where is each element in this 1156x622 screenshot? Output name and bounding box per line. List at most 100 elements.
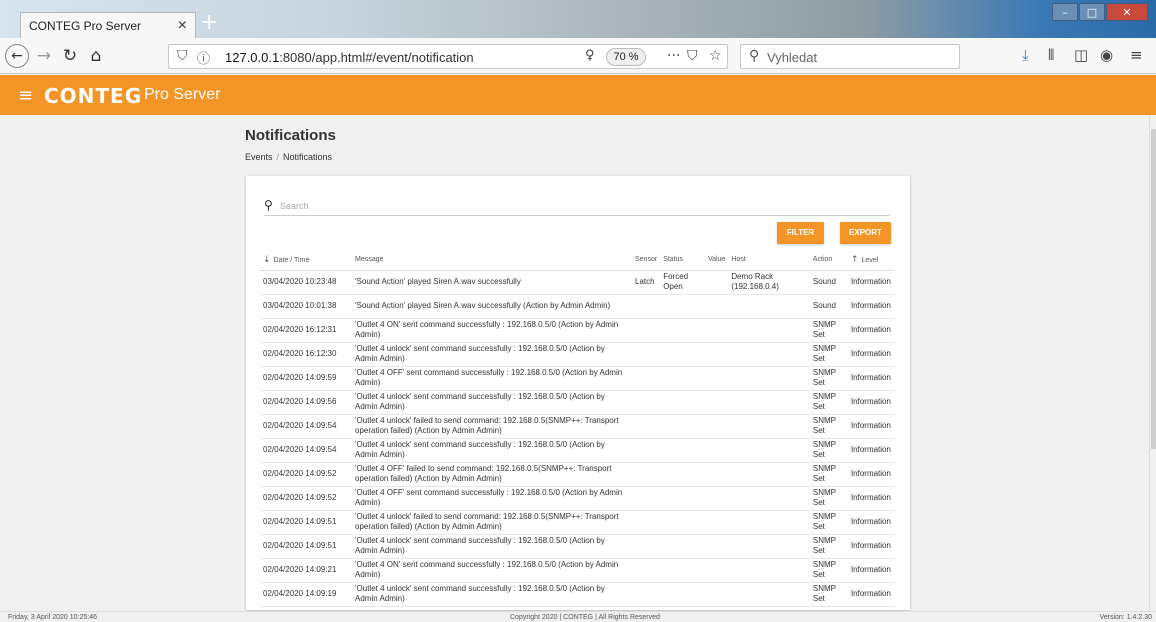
- table-row[interactable]: 02/04/2020 14:09:51 'Outlet 4 unlock' sen…: [260, 534, 894, 559]
- table-row[interactable]: 02/04/2020 14:09:52 'Outlet 4 OFF' failed…: [260, 462, 894, 487]
- table-row[interactable]: 02/04/2020 14:09:59 'Outlet 4 OFF' sent c…: [260, 366, 894, 391]
- table-body: 03/04/2020 10:23:48 'Sound Action' played…: [260, 270, 894, 610]
- table-row[interactable]: 02/04/2020 14:09:19 'Outlet 4 unlock' sen…: [260, 582, 894, 607]
- bookmark-star-icon[interactable]: ☆: [709, 48, 722, 64]
- table-row[interactable]: 03/04/2020 10:23:48 'Sound Action' played…: [260, 270, 894, 295]
- cell-datetime: 02/04/2020 14:09:21: [260, 558, 352, 583]
- cell-message: 'Outlet 4 unlock' sent command successfu…: [352, 390, 632, 415]
- cell-message: 'Outlet 4 unlock' failed to send command…: [352, 510, 632, 535]
- cell-sensor: [632, 534, 661, 559]
- download-icon[interactable]: ⤓: [1022, 46, 1029, 64]
- cell-datetime: 03/04/2020 10:01:38: [260, 294, 352, 319]
- cell-level: Information: [847, 390, 894, 415]
- reload-icon[interactable]: ↻: [60, 44, 80, 68]
- pocket-icon[interactable]: ⛉: [687, 48, 698, 64]
- sort-up-icon: ↑: [850, 254, 859, 265]
- filter-button[interactable]: FILTER: [777, 222, 824, 244]
- table-row[interactable]: 02/04/2020 14:09:56 'Outlet 4 unlock' sen…: [260, 390, 894, 415]
- cell-status: [660, 390, 705, 415]
- table-row[interactable]: 02/04/2020 14:09:21 'Outlet 4 ON' sent co…: [260, 558, 894, 583]
- col-datetime[interactable]: ↓ Date / Time: [260, 250, 352, 271]
- col-action[interactable]: Action: [809, 250, 848, 271]
- col-status[interactable]: Status: [660, 250, 705, 271]
- cell-datetime: 02/04/2020 16:12:30: [260, 342, 352, 367]
- zoom-level[interactable]: 70 %: [606, 48, 646, 66]
- cell-status: [660, 462, 705, 487]
- search-field[interactable]: ⚲ Search: [264, 198, 890, 216]
- forward-arrow-icon[interactable]: →: [34, 44, 54, 68]
- cell-datetime: 02/04/2020 14:09:52: [260, 486, 352, 511]
- table-row[interactable]: 02/04/2020 14:09:52 'Outlet 4 OFF' sent c…: [260, 486, 894, 511]
- cell-message: 'Outlet 4 ON' sent command successfully …: [352, 318, 632, 343]
- col-level[interactable]: ↑ Level: [847, 250, 894, 271]
- cell-status: [660, 606, 705, 610]
- table-row[interactable]: 03/04/2020 10:01:38 'Sound Action' played…: [260, 294, 894, 319]
- cell-sensor: [632, 558, 661, 583]
- cell-datetime: 02/04/2020 14:09:52: [260, 462, 352, 487]
- shield-icon[interactable]: ⛉: [177, 48, 188, 64]
- cell-level: Information: [847, 534, 894, 559]
- cell-action: SNMP Set: [809, 390, 848, 415]
- cell-status: [660, 486, 705, 511]
- url-text[interactable]: 127.0.0.1:8080/app.html#/event/notificat…: [225, 50, 474, 65]
- conteg-logo[interactable]: CONTEG: [44, 84, 142, 108]
- col-value[interactable]: Value: [704, 250, 729, 271]
- table-row[interactable]: 02/04/2020 14:09:54 'Outlet 4 unlock' fai…: [260, 414, 894, 439]
- app-subtitle: Pro Server: [144, 86, 221, 103]
- account-icon[interactable]: ◉: [1100, 46, 1113, 64]
- page-title: Notifications: [245, 127, 336, 144]
- hamburger-menu-icon[interactable]: ≡: [1130, 46, 1143, 64]
- close-tab-icon[interactable]: ×: [178, 17, 187, 35]
- sidebar-icon[interactable]: ◫: [1074, 46, 1088, 64]
- cell-sensor: [632, 342, 661, 367]
- library-icon[interactable]: ⫴: [1048, 46, 1054, 64]
- menu-icon[interactable]: ≡: [18, 85, 33, 106]
- table-row[interactable]: 02/04/2020 14:09:51 'Outlet 4 unlock' fai…: [260, 510, 894, 535]
- minimize-icon[interactable]: –: [1052, 3, 1078, 21]
- col-sensor[interactable]: Sensor: [632, 250, 661, 271]
- breadcrumb-events[interactable]: Events: [245, 152, 273, 162]
- footer-version: Version: 1.4.2.30: [1099, 614, 1152, 621]
- page-scrollbar[interactable]: [1149, 115, 1156, 611]
- cell-host: [728, 390, 810, 415]
- window-close-icon[interactable]: ✕: [1106, 3, 1148, 21]
- export-button[interactable]: EXPORT: [840, 222, 891, 244]
- url-bar[interactable]: ⛉ ⓘ 127.0.0.1:8080/app.html#/event/notif…: [168, 44, 728, 69]
- table-row[interactable]: 02/04/2020 16:12:30 'Outlet 4 unlock' sen…: [260, 342, 894, 367]
- cell-message: 'Sound Action' played Siren A.wav succes…: [352, 270, 632, 295]
- col-host[interactable]: Host: [728, 250, 810, 271]
- table-header-row: ↓ Date / Time Message Sensor Status Value…: [260, 250, 894, 271]
- browser-search-placeholder: Vyhledat: [767, 50, 818, 65]
- home-icon[interactable]: ⌂: [86, 44, 106, 68]
- browser-tab-bar: CONTEG Pro Server × + – □ ✕: [0, 0, 1156, 38]
- cell-datetime: 02/04/2020 14:09:59: [260, 366, 352, 391]
- cell-status: Forced Open: [660, 270, 705, 295]
- lightbulb-icon[interactable]: ♀: [585, 48, 595, 63]
- col-message[interactable]: Message: [352, 250, 632, 271]
- cell-value: [704, 582, 729, 607]
- browser-search-bar[interactable]: ⚲ Vyhledat: [740, 44, 960, 69]
- cell-status: [660, 366, 705, 391]
- search-placeholder: Search: [280, 201, 309, 211]
- browser-tab[interactable]: CONTEG Pro Server ×: [20, 12, 196, 38]
- info-icon[interactable]: ⓘ: [197, 48, 210, 67]
- cell-value: [704, 534, 729, 559]
- cell-value: [704, 486, 729, 511]
- new-tab-icon[interactable]: +: [200, 10, 218, 35]
- scrollbar-thumb[interactable]: [1151, 129, 1156, 449]
- table-row[interactable]: 02/04/2020 16:12:31 'Outlet 4 ON' sent co…: [260, 318, 894, 343]
- page-actions-icon[interactable]: ···: [667, 48, 680, 64]
- table-row[interactable]: 02/04/2020 14:09:54 'Outlet 4 unlock' sen…: [260, 438, 894, 463]
- maximize-icon[interactable]: □: [1079, 3, 1105, 21]
- cell-level: Information: [847, 294, 894, 319]
- back-arrow-icon[interactable]: ←: [5, 44, 29, 68]
- app-header: ≡ CONTEG Pro Server: [0, 75, 1156, 115]
- cell-level: Information: [847, 438, 894, 463]
- cell-message: 'Outlet 4 unlock' sent command successfu…: [352, 534, 632, 559]
- cell-host: [728, 582, 810, 607]
- cell-message: 'Outlet 4 unlock' sent command successfu…: [352, 342, 632, 367]
- cell-message: 'Outlet 4 OFF' sent command successfully…: [352, 486, 632, 511]
- cell-host: [728, 414, 810, 439]
- table-row[interactable]: 'Outlet 4 OFF' sent command successfully…: [260, 606, 894, 610]
- cell-action: SNMP Set: [809, 510, 848, 535]
